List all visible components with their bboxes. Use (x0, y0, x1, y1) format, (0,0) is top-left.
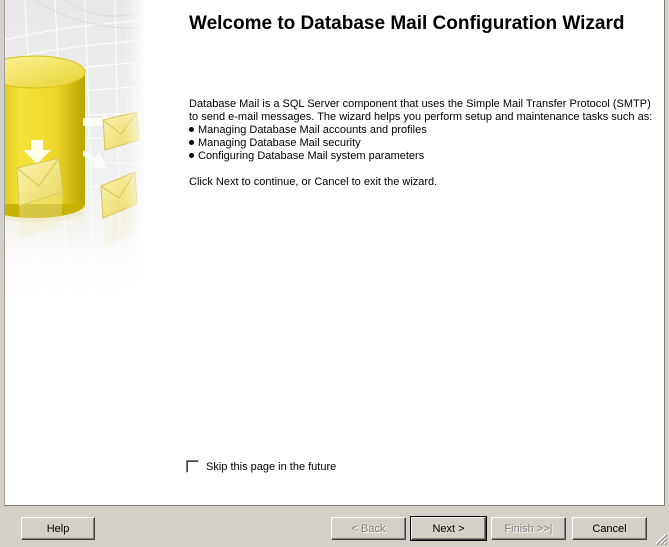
bullet-icon (189, 127, 194, 132)
instruction-text: Click Next to continue, or Cancel to exi… (189, 176, 438, 188)
bullet-icon (189, 153, 194, 158)
skip-page-label[interactable]: Skip this page in the future (206, 461, 336, 473)
intro-text: Database Mail is a SQL Server component … (189, 98, 653, 123)
list-item: Managing Database Mail security (189, 137, 659, 150)
finish-button[interactable]: Finish >>| (491, 517, 566, 540)
page-title: Welcome to Database Mail Configuration W… (189, 13, 625, 34)
list-item: Managing Database Mail accounts and prof… (189, 124, 659, 137)
list-item: Configuring Database Mail system paramet… (189, 150, 659, 163)
next-button[interactable]: Next > (410, 516, 487, 541)
list-item-text: Configuring Database Mail system paramet… (198, 150, 425, 162)
list-item-text: Managing Database Mail accounts and prof… (198, 124, 427, 136)
help-button[interactable]: Help (21, 517, 95, 540)
button-bar: Help < Back Next > Finish >>| Cancel (0, 508, 669, 547)
description: Database Mail is a SQL Server component … (189, 98, 659, 189)
back-button[interactable]: < Back (331, 517, 406, 540)
database-mail-icon (5, 0, 145, 310)
cancel-button[interactable]: Cancel (572, 517, 647, 540)
task-list: Managing Database Mail accounts and prof… (189, 124, 659, 163)
resize-grip-icon[interactable] (655, 533, 667, 545)
bullet-icon (189, 140, 194, 145)
list-item-text: Managing Database Mail security (198, 137, 361, 149)
skip-page-checkbox[interactable] (186, 460, 199, 473)
wizard-dialog: Welcome to Database Mail Configuration W… (0, 0, 669, 547)
wizard-content: Welcome to Database Mail Configuration W… (4, 0, 665, 506)
skip-page-option[interactable]: Skip this page in the future (186, 460, 336, 473)
